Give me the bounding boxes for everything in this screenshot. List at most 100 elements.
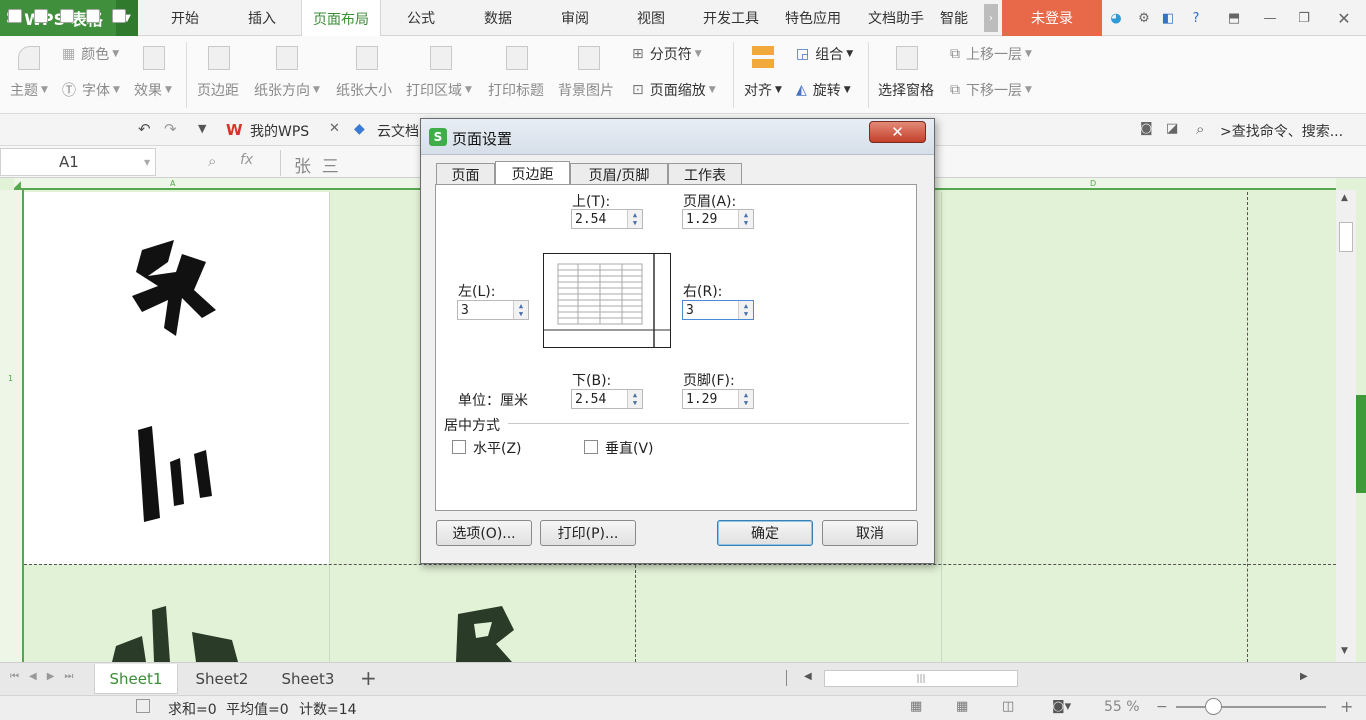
dialog-tab-margins[interactable]: 页边距: [495, 161, 570, 186]
zoom-level[interactable]: 55 %: [1104, 699, 1140, 715]
tab-page-layout[interactable]: 页面布局: [301, 0, 381, 37]
vertical-scroll-thumb[interactable]: [1339, 222, 1353, 252]
open-icon[interactable]: [8, 9, 22, 23]
dialog-tab-page[interactable]: 页面: [436, 163, 495, 185]
command-search[interactable]: >查找命令、搜索...: [1220, 121, 1343, 141]
minimize-icon[interactable]: —: [1262, 10, 1278, 26]
footer-margin-input[interactable]: 1.29 ▲ ▼: [682, 389, 754, 409]
zoom-slider-thumb[interactable]: [1205, 698, 1222, 715]
colors-button[interactable]: ▦ 颜色 ▼: [62, 44, 119, 64]
vertical-scrollbar[interactable]: [1336, 190, 1356, 662]
horizontal-scroll-thumb[interactable]: |||: [824, 670, 1018, 687]
eye-protection-icon[interactable]: ◙▾: [1052, 699, 1071, 714]
right-margin-input[interactable]: 3 ▲ ▼: [682, 300, 754, 320]
cloud-icon[interactable]: ◕: [1108, 10, 1124, 26]
scroll-right-icon[interactable]: ▶: [1300, 671, 1308, 682]
dialog-tab-header-footer[interactable]: 页眉/页脚: [570, 163, 668, 185]
spin-arrows-icon[interactable]: ▲ ▼: [627, 210, 642, 228]
tab-insert[interactable]: 插入: [228, 0, 296, 36]
scroll-left-icon[interactable]: ◀: [804, 671, 812, 682]
tab-start[interactable]: 开始: [150, 0, 220, 36]
doc-tab-my-wps[interactable]: 我的WPS: [250, 121, 309, 141]
dialog-close-button[interactable]: ✕: [869, 121, 926, 143]
name-box-dropdown-icon[interactable]: ▼: [144, 158, 150, 167]
print-area-button[interactable]: 打印区域 ▼: [406, 80, 472, 100]
dialog-tab-sheet[interactable]: 工作表: [668, 163, 742, 185]
center-vertical-label[interactable]: 垂直(V): [605, 438, 654, 458]
reading-view-icon[interactable]: ◫: [1002, 699, 1014, 714]
scroll-down-icon[interactable]: ▼: [1341, 646, 1348, 656]
row-1-label[interactable]: 1: [8, 374, 13, 383]
fonts-button[interactable]: Ⓣ 字体 ▼: [62, 80, 120, 100]
zoom-in-icon[interactable]: +: [1340, 697, 1353, 716]
rotate-button[interactable]: ◭ 旋转 ▼: [796, 80, 851, 100]
normal-view-icon[interactable]: ▦: [910, 699, 922, 714]
tab-formulas[interactable]: 公式: [388, 0, 454, 36]
align-button[interactable]: 对齐 ▼: [744, 80, 782, 100]
sheet-nav-icons[interactable]: ⏮◀▶⏭: [10, 671, 83, 682]
selection-pane-button[interactable]: 选择窗格: [878, 80, 934, 100]
page-scale-button[interactable]: ⊡ 页面缩放 ▼: [632, 80, 716, 100]
add-sheet-icon[interactable]: +: [360, 666, 377, 690]
redo-icon[interactable]: ↷: [164, 120, 177, 138]
maximize-icon[interactable]: ❐: [1296, 10, 1312, 26]
zoom-slider-track[interactable]: [1176, 706, 1326, 708]
tab-developer[interactable]: 开发工具: [694, 0, 768, 36]
column-d-label[interactable]: D: [1090, 179, 1096, 188]
center-horizontal-label[interactable]: 水平(Z): [473, 438, 522, 458]
name-box[interactable]: A1: [0, 148, 156, 176]
restore-ribbon-icon[interactable]: ⬒: [1226, 10, 1242, 26]
paper-size-button[interactable]: 纸张大小: [336, 80, 392, 100]
formula-input[interactable]: 张 三: [294, 152, 339, 177]
tab-special[interactable]: 特色应用: [776, 0, 850, 36]
spin-arrows-icon[interactable]: ▲ ▼: [738, 301, 753, 319]
save-icon[interactable]: [34, 9, 48, 23]
left-margin-input[interactable]: 3 ▲ ▼: [457, 300, 529, 320]
bottom-margin-input[interactable]: 2.54 ▲ ▼: [571, 389, 643, 409]
effects-button[interactable]: 效果 ▼: [134, 80, 172, 100]
print-icon[interactable]: [86, 9, 100, 23]
tab-view[interactable]: 视图: [618, 0, 684, 36]
sheet-tab-3[interactable]: Sheet3: [266, 664, 350, 694]
chevron-right-icon[interactable]: ›: [984, 4, 998, 32]
close-tab-icon[interactable]: ✕: [329, 121, 340, 136]
undo-icon[interactable]: ↶: [138, 120, 151, 138]
share-icon[interactable]: ◙: [1140, 121, 1153, 136]
send-backward-button[interactable]: ⧉ 下移一层 ▼: [950, 80, 1032, 100]
cancel-button[interactable]: 取消: [822, 520, 918, 546]
options-button[interactable]: 选项(O)...: [436, 520, 532, 546]
margins-button[interactable]: 页边距: [197, 80, 239, 100]
page-break-button[interactable]: ⊞ 分页符 ▼: [632, 44, 702, 64]
login-button[interactable]: 未登录: [1002, 0, 1102, 36]
export-icon[interactable]: [60, 9, 74, 23]
orientation-button[interactable]: 纸张方向 ▼: [254, 80, 320, 100]
sheet-tab-1[interactable]: Sheet1: [94, 664, 178, 694]
print-preview-icon[interactable]: [112, 9, 126, 23]
tab-data[interactable]: 数据: [464, 0, 532, 36]
print-titles-button[interactable]: 打印标题: [488, 80, 544, 100]
customize-dropdown-icon[interactable]: ▼: [198, 122, 206, 135]
top-margin-input[interactable]: 2.54 ▲ ▼: [571, 209, 643, 229]
spin-arrows-icon[interactable]: ▲ ▼: [513, 301, 528, 319]
doc-tab-cloud[interactable]: 云文档: [377, 121, 419, 141]
spin-arrows-icon[interactable]: ▲ ▼: [738, 390, 753, 408]
background-image-button[interactable]: 背景图片: [558, 80, 614, 100]
tab-smart[interactable]: 智能: [940, 0, 984, 36]
group-button[interactable]: ◲ 组合 ▼: [796, 44, 853, 64]
zoom-out-icon[interactable]: −: [1156, 699, 1168, 715]
bring-forward-button[interactable]: ⧉ 上移一层 ▼: [950, 44, 1032, 64]
settings-icon[interactable]: ⚙: [1136, 10, 1152, 26]
spin-arrows-icon[interactable]: ▲ ▼: [738, 210, 753, 228]
skin-icon[interactable]: ◧: [1160, 10, 1176, 26]
tab-doc-assistant[interactable]: 文档助手: [858, 0, 934, 36]
print-button[interactable]: 打印(P)...: [540, 520, 636, 546]
theme-button[interactable]: 主题 ▼: [10, 80, 48, 100]
page-break-view-icon[interactable]: ▦: [956, 699, 968, 714]
ok-button[interactable]: 确定: [717, 520, 813, 546]
help-icon[interactable]: ?: [1188, 10, 1204, 26]
scroll-up-icon[interactable]: ▲: [1341, 193, 1348, 203]
side-panel-toggle[interactable]: [1356, 395, 1366, 493]
spin-arrows-icon[interactable]: ▲ ▼: [627, 390, 642, 408]
center-vertical-checkbox[interactable]: [584, 440, 598, 454]
tab-review[interactable]: 审阅: [542, 0, 608, 36]
